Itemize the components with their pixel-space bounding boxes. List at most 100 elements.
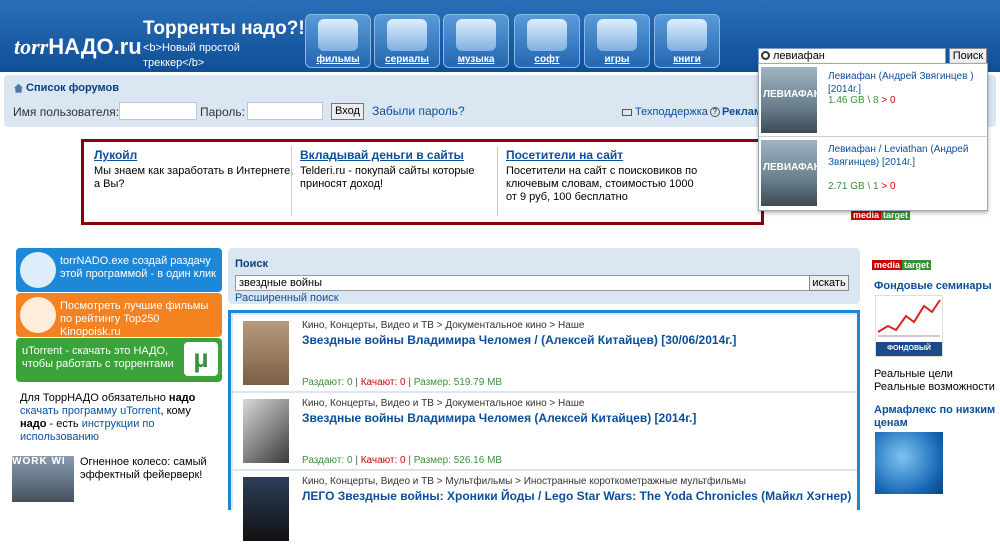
- category-software[interactable]: софт: [514, 14, 580, 68]
- search-submit-button[interactable]: искать: [809, 275, 849, 291]
- utorrent-banner[interactable]: uTorrent - скачать это НАДО, чтобы работ…: [16, 338, 222, 382]
- media-target-tag: media target: [872, 260, 932, 271]
- tag-target: target: [881, 210, 911, 220]
- password-input[interactable]: [247, 102, 323, 120]
- suggestion-seeds: 8: [873, 95, 879, 106]
- kinopoisk-top250-banner[interactable]: Посмотреть лучшие фильмы по рейтингу Top…: [16, 293, 222, 338]
- support-link[interactable]: Техподдержка: [622, 106, 708, 118]
- suggestion-item[interactable]: ЛЕВИАФАН Левиафан (Андрей Звягинцев ) [2…: [759, 64, 987, 136]
- search-title: Поиск: [235, 258, 269, 270]
- forum-list-label: Список форумов: [26, 82, 119, 94]
- utorrent-logo-icon: µ: [184, 342, 218, 376]
- result-title[interactable]: Звездные войны Владимира Челомея / (Алек…: [302, 333, 736, 347]
- forum-list-link[interactable]: Список форумов: [14, 82, 119, 94]
- header-search-value: левиафан: [773, 50, 825, 62]
- home-icon: [14, 83, 23, 93]
- poster-thumbnail: ЛЕВИАФАН: [761, 140, 821, 206]
- suggestion-seeds: 1: [873, 181, 879, 192]
- tornado-icon: [20, 252, 56, 288]
- ad-description: Посетители на сайт с поисковиков по ключ…: [506, 165, 698, 203]
- search-query-input[interactable]: звездные войны: [235, 275, 812, 291]
- stat-separator: |: [355, 455, 358, 466]
- result-category-path[interactable]: Кино, Концерты, Видео и ТВ > Документаль…: [302, 320, 584, 331]
- armaflex-ad-title[interactable]: Армафлекс по низким ценам: [874, 404, 1000, 430]
- slogan-line-2: треккер</b>: [143, 57, 205, 69]
- suggestion-stats: 2.71 GB \ 1 > 0: [828, 181, 896, 192]
- banner-text: uTorrent - скачать это НАДО, чтобы работ…: [22, 345, 174, 370]
- header-search-input[interactable]: левиафан: [758, 48, 946, 64]
- advanced-search-link[interactable]: Расширенный поиск: [235, 292, 339, 304]
- category-music[interactable]: музыка: [443, 14, 509, 68]
- result-category-path[interactable]: Кино, Концерты, Видео и ТВ > Мультфильмы…: [302, 476, 746, 487]
- poster-title: ЛЕВИАФАН: [763, 162, 821, 173]
- fireworks-ad-text[interactable]: Огненное колесо: самый эффектный фейерве…: [80, 456, 220, 482]
- result-thumbnail[interactable]: [243, 477, 289, 541]
- text-ad-block: Лукойл Мы знаем как заработать в Интернет…: [81, 139, 911, 225]
- ad-headline[interactable]: Посетители на сайт: [506, 148, 706, 162]
- info-text: - есть: [46, 418, 82, 430]
- info-text: Для ТоррНАДО обязательно: [20, 392, 169, 404]
- suggestion-arrow: >: [881, 95, 888, 106]
- password-label: Пароль:: [200, 105, 245, 119]
- search-icon: [761, 51, 770, 60]
- suggestion-leech: 0: [890, 181, 896, 192]
- banner-text: torrNADO.exe создай раздачу этой програм…: [60, 255, 216, 280]
- fireworks-ad-image[interactable]: WORK WI: [12, 456, 74, 502]
- envelope-icon: [622, 108, 632, 116]
- ad-column[interactable]: Лукойл Мы знаем как заработать в Интернет…: [94, 148, 294, 191]
- result-size: Размер: 519.79 MB: [413, 377, 503, 388]
- site-logo[interactable]: torrНАДО.ru: [14, 34, 142, 60]
- film-projector-icon: [20, 297, 56, 333]
- username-input[interactable]: [119, 102, 197, 120]
- tv-icon: [387, 19, 427, 51]
- result-title[interactable]: ЛЕГО Звездные войны: Хроники Йоды / Lego…: [302, 489, 851, 503]
- suggestion-title[interactable]: Левиафан / Leviathan (Андрей Звягинцев) …: [828, 143, 984, 169]
- ad-headline[interactable]: Вкладывай деньги в сайты: [300, 148, 500, 162]
- result-row[interactable]: Кино, Концерты, Видео и ТВ > Мультфильмы…: [233, 471, 857, 547]
- category-books[interactable]: книги: [654, 14, 720, 68]
- info-bold: надо: [168, 392, 196, 404]
- music-notes-icon: [456, 19, 496, 51]
- search-suggestions: ЛЕВИАФАН Левиафан (Андрей Звягинцев ) [2…: [758, 63, 988, 211]
- ad-description: Telderi.ru - покупай сайты которые прино…: [300, 165, 475, 190]
- ad-column[interactable]: Посетители на сайт Посетители на сайт с п…: [506, 148, 706, 204]
- slogan-line-1: <b>Новый простой: [143, 42, 240, 54]
- suggestion-title[interactable]: Левиафан (Андрей Звягинцев ) [2014г.]: [828, 70, 984, 96]
- header-search-button[interactable]: Поиск: [949, 48, 987, 64]
- suggestion-arrow: >: [881, 181, 888, 192]
- suggestion-stats: 1.46 GB \ 8 > 0: [828, 95, 896, 106]
- logo-part-a: torr: [14, 34, 49, 59]
- category-label: игры: [604, 54, 630, 65]
- poster-thumbnail: ЛЕВИАФАН: [761, 67, 821, 133]
- result-leechers: Качают: 0: [360, 455, 406, 466]
- ad-column[interactable]: Вкладывай деньги в сайты Telderi.ru - пок…: [300, 148, 500, 191]
- logo-part-b: НАДО.ru: [48, 34, 142, 59]
- armaflex-logo-image[interactable]: [875, 432, 943, 494]
- result-stats: Раздают: 0 | Качают: 0 | Размер: 526.16 …: [302, 455, 502, 466]
- category-series[interactable]: сериалы: [374, 14, 440, 68]
- stock-seminars-ad-title[interactable]: Фондовые семинары: [874, 280, 1000, 293]
- login-button[interactable]: Вход: [331, 103, 364, 120]
- result-thumbnail[interactable]: [243, 399, 289, 463]
- result-thumbnail[interactable]: [243, 321, 289, 385]
- help-icon: ?: [710, 107, 720, 118]
- result-row[interactable]: Кино, Концерты, Видео и ТВ > Документаль…: [233, 315, 857, 391]
- download-utorrent-link[interactable]: скачать программу uTorrent: [20, 405, 160, 417]
- category-games[interactable]: игры: [584, 14, 650, 68]
- torrnado-exe-banner[interactable]: torrNADO.exe создай раздачу этой програм…: [16, 248, 222, 292]
- suggestion-item[interactable]: ЛЕВИАФАН Левиафан / Leviathan (Андрей Зв…: [759, 137, 987, 209]
- ad-headline[interactable]: Лукойл: [94, 148, 294, 162]
- forgot-password-link[interactable]: Забыли пароль?: [372, 104, 465, 118]
- ad-divider: [291, 146, 292, 216]
- category-films[interactable]: фильмы: [305, 14, 371, 68]
- tag-target: target: [902, 260, 932, 270]
- category-label: фильмы: [316, 54, 360, 65]
- stock-market-chart-image[interactable]: ФОНДОВЫЙ РЫНОК: [875, 295, 943, 366]
- slogan: Торренты надо?! <b>Новый простой треккер…: [143, 18, 305, 70]
- result-row[interactable]: Кино, Концерты, Видео и ТВ > Документаль…: [233, 393, 857, 469]
- support-label: Техподдержка: [635, 106, 708, 118]
- result-title[interactable]: Звездные войны Владимира Челомея (Алексе…: [302, 411, 696, 425]
- ad-divider: [497, 146, 498, 216]
- poster-title: ЛЕВИАФАН: [763, 89, 821, 100]
- result-category-path[interactable]: Кино, Концерты, Видео и ТВ > Документаль…: [302, 398, 584, 409]
